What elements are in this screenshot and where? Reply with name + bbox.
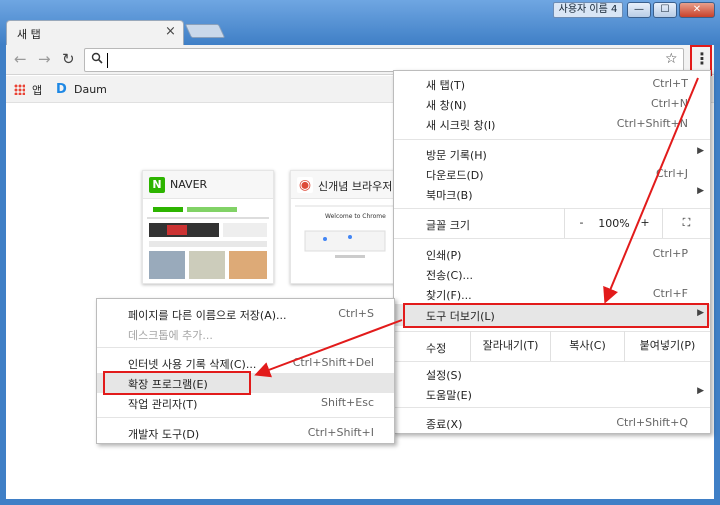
arrow-to-extensions [254,319,403,378]
arrow-to-more-tools [603,77,699,304]
annotation-arrows [254,77,699,378]
